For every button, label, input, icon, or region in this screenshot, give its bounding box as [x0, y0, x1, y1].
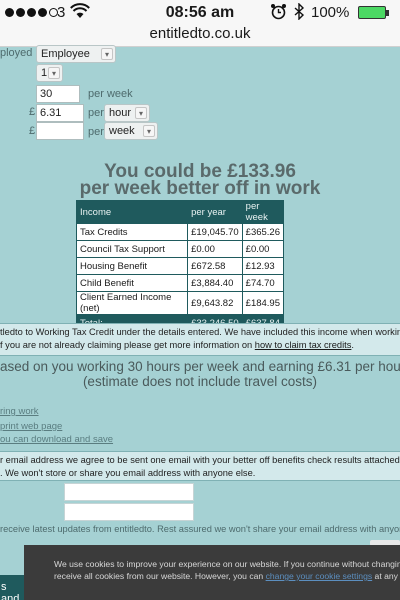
chevron-down-icon: ▾	[101, 48, 113, 60]
table-cell: Council Tax Support	[75, 240, 189, 258]
table-cell: Child Benefit	[75, 274, 189, 292]
col-income-header: Income	[75, 200, 189, 224]
based-on-text: ased on you working 30 hours per week an…	[0, 359, 400, 374]
per-week-label: per week	[88, 88, 133, 100]
battery-percent: 100%	[311, 4, 350, 21]
info-text-line: . We won't store or share you email addr…	[0, 468, 256, 478]
download-link[interactable]: ou can download and save	[0, 433, 113, 446]
table-cell: Housing Benefit	[75, 257, 189, 275]
table-cell: £0.00	[241, 240, 285, 258]
info-text-line: r email address we agree to be sent one …	[0, 455, 400, 465]
col-week-header: per week	[241, 200, 285, 224]
table-cell: £365.26	[241, 223, 285, 241]
chevron-down-icon: ▾	[143, 125, 155, 137]
table-row: Client Earned Income (net) £9,643.82 £18…	[75, 291, 285, 315]
browser-top-bar: 3 08:56 am 100% entitledto.co.uk	[0, 0, 400, 47]
chevron-down-icon: ▾	[135, 107, 147, 119]
bluetooth-icon	[294, 3, 305, 20]
table-row: Housing Benefit £672.58 £12.93	[75, 257, 285, 275]
email-info-box: r email address we agree to be sent one …	[0, 451, 400, 481]
amount-period-value: week	[109, 125, 135, 137]
per-label-2: per	[88, 126, 104, 138]
hours-input[interactable]: 30	[36, 85, 80, 103]
rate-period-select[interactable]: hour ▾	[104, 104, 150, 122]
employment-select[interactable]: Employee ▾	[36, 45, 116, 63]
chevron-down-icon: ▾	[48, 67, 60, 79]
table-cell: £0.00	[187, 240, 243, 258]
results-table: Income per year per week Tax Credits £19…	[75, 200, 285, 332]
amount-input[interactable]	[36, 122, 84, 140]
col-year-header: per year	[187, 200, 243, 224]
cookie-text-line: receive all cookies from our website. Ho…	[54, 571, 400, 581]
table-cell: £74.70	[241, 274, 285, 292]
currency-label-1: £	[29, 106, 36, 118]
table-row: Tax Credits £19,045.70 £365.26	[75, 223, 285, 241]
name-field[interactable]	[64, 483, 194, 501]
battery-icon	[358, 6, 389, 19]
table-cell: £9,643.82	[187, 291, 243, 315]
alarm-icon	[271, 4, 286, 20]
rate-input[interactable]: 6.31	[36, 104, 84, 122]
table-row: Council Tax Support £0.00 £0.00	[75, 240, 285, 258]
url-bar[interactable]: entitledto.co.uk	[0, 25, 400, 42]
table-cell: Tax Credits	[75, 223, 189, 241]
table-row: Child Benefit £3,884.40 £74.70	[75, 274, 285, 292]
email-field[interactable]	[64, 503, 194, 521]
updates-note: receive latest updates from entitledto. …	[0, 524, 400, 534]
table-cell: £19,045.70	[187, 223, 243, 241]
action-links: ring work print web page ou can download…	[0, 405, 113, 446]
table-cell: £672.58	[187, 257, 243, 275]
table-header-row: Income per year per week	[75, 200, 285, 224]
employment-select-value: Employee	[41, 48, 90, 60]
estimate-note: (estimate does not include travel costs)	[82, 374, 318, 389]
during-work-link[interactable]: ring work	[0, 405, 113, 418]
how-to-claim-link[interactable]: how to claim tax credits	[255, 340, 352, 350]
bottom-action-button[interactable]: s and	[0, 575, 24, 600]
count-select[interactable]: 1 ▾	[36, 64, 63, 82]
headline-subtitle: per week better off in work	[79, 178, 321, 199]
rate-period-value: hour	[109, 107, 132, 119]
currency-label-2: £	[29, 125, 36, 137]
tax-credit-info-box: tledto to Working Tax Credit under the d…	[0, 323, 400, 356]
table-cell: £184.95	[241, 291, 285, 315]
table-cell: Client Earned Income (net)	[75, 291, 189, 315]
amount-period-select[interactable]: week ▾	[104, 122, 158, 140]
per-label-1: per	[88, 107, 104, 119]
print-page-link[interactable]: print web page	[0, 420, 113, 433]
table-cell: £3,884.40	[187, 274, 243, 292]
cookie-banner: We use cookies to improve your experienc…	[24, 545, 400, 600]
count-select-value: 1	[41, 67, 48, 79]
status-bar: 3 08:56 am 100%	[0, 0, 400, 26]
table-cell: £12.93	[241, 257, 285, 275]
info-text-line: tledto to Working Tax Credit under the d…	[0, 327, 400, 337]
cookie-settings-link[interactable]: change your cookie settings	[266, 571, 373, 581]
cookie-text-line: We use cookies to improve your experienc…	[54, 559, 400, 569]
info-text-line: f you are not already claiming please ge…	[0, 340, 354, 350]
